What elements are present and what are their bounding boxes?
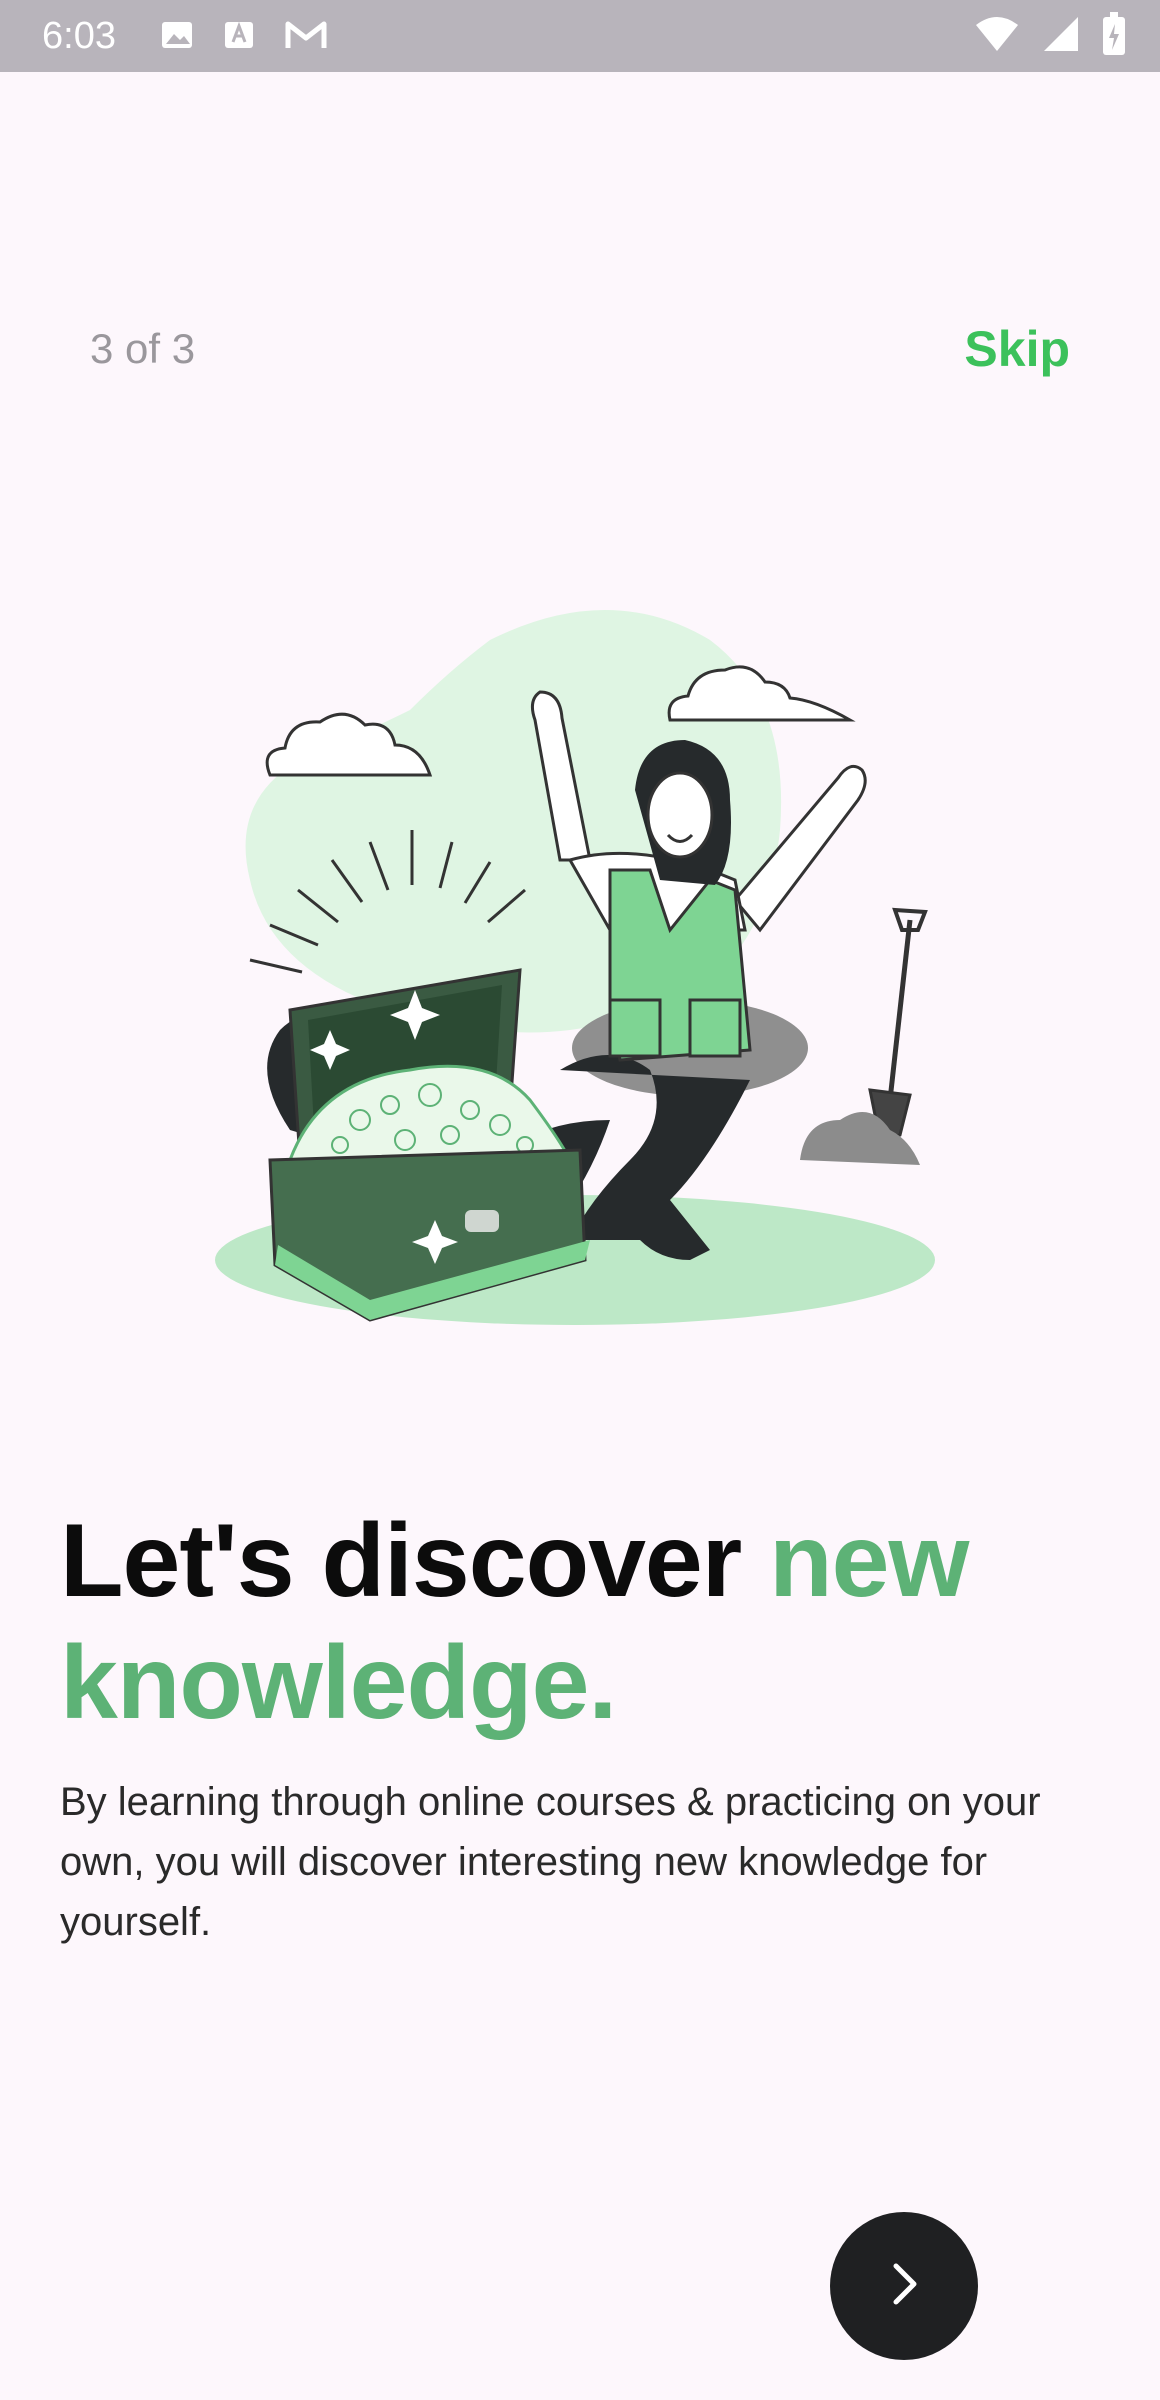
chevron-right-icon — [876, 2256, 932, 2317]
headline: Let's discover new knowledge. — [60, 1500, 1100, 1744]
step-indicator: 3 of 3 — [90, 325, 196, 372]
status-bar: 6:03 — [0, 0, 1160, 72]
description-text: By learning through online courses & pra… — [60, 1780, 1041, 1944]
next-button[interactable] — [830, 2212, 978, 2360]
status-notification-icons — [160, 18, 328, 54]
status-time: 6:03 — [42, 15, 116, 57]
wifi-icon — [974, 15, 1020, 58]
gmail-icon — [284, 18, 328, 54]
treasure-chest-illustration — [190, 600, 970, 1330]
status-system-icons — [974, 11, 1126, 61]
headline-main: Let's discover — [60, 1503, 770, 1619]
battery-icon — [1102, 11, 1126, 61]
font-icon — [222, 18, 256, 54]
signal-icon — [1042, 15, 1080, 58]
image-icon — [160, 18, 194, 54]
skip-button[interactable]: Skip — [964, 320, 1070, 378]
